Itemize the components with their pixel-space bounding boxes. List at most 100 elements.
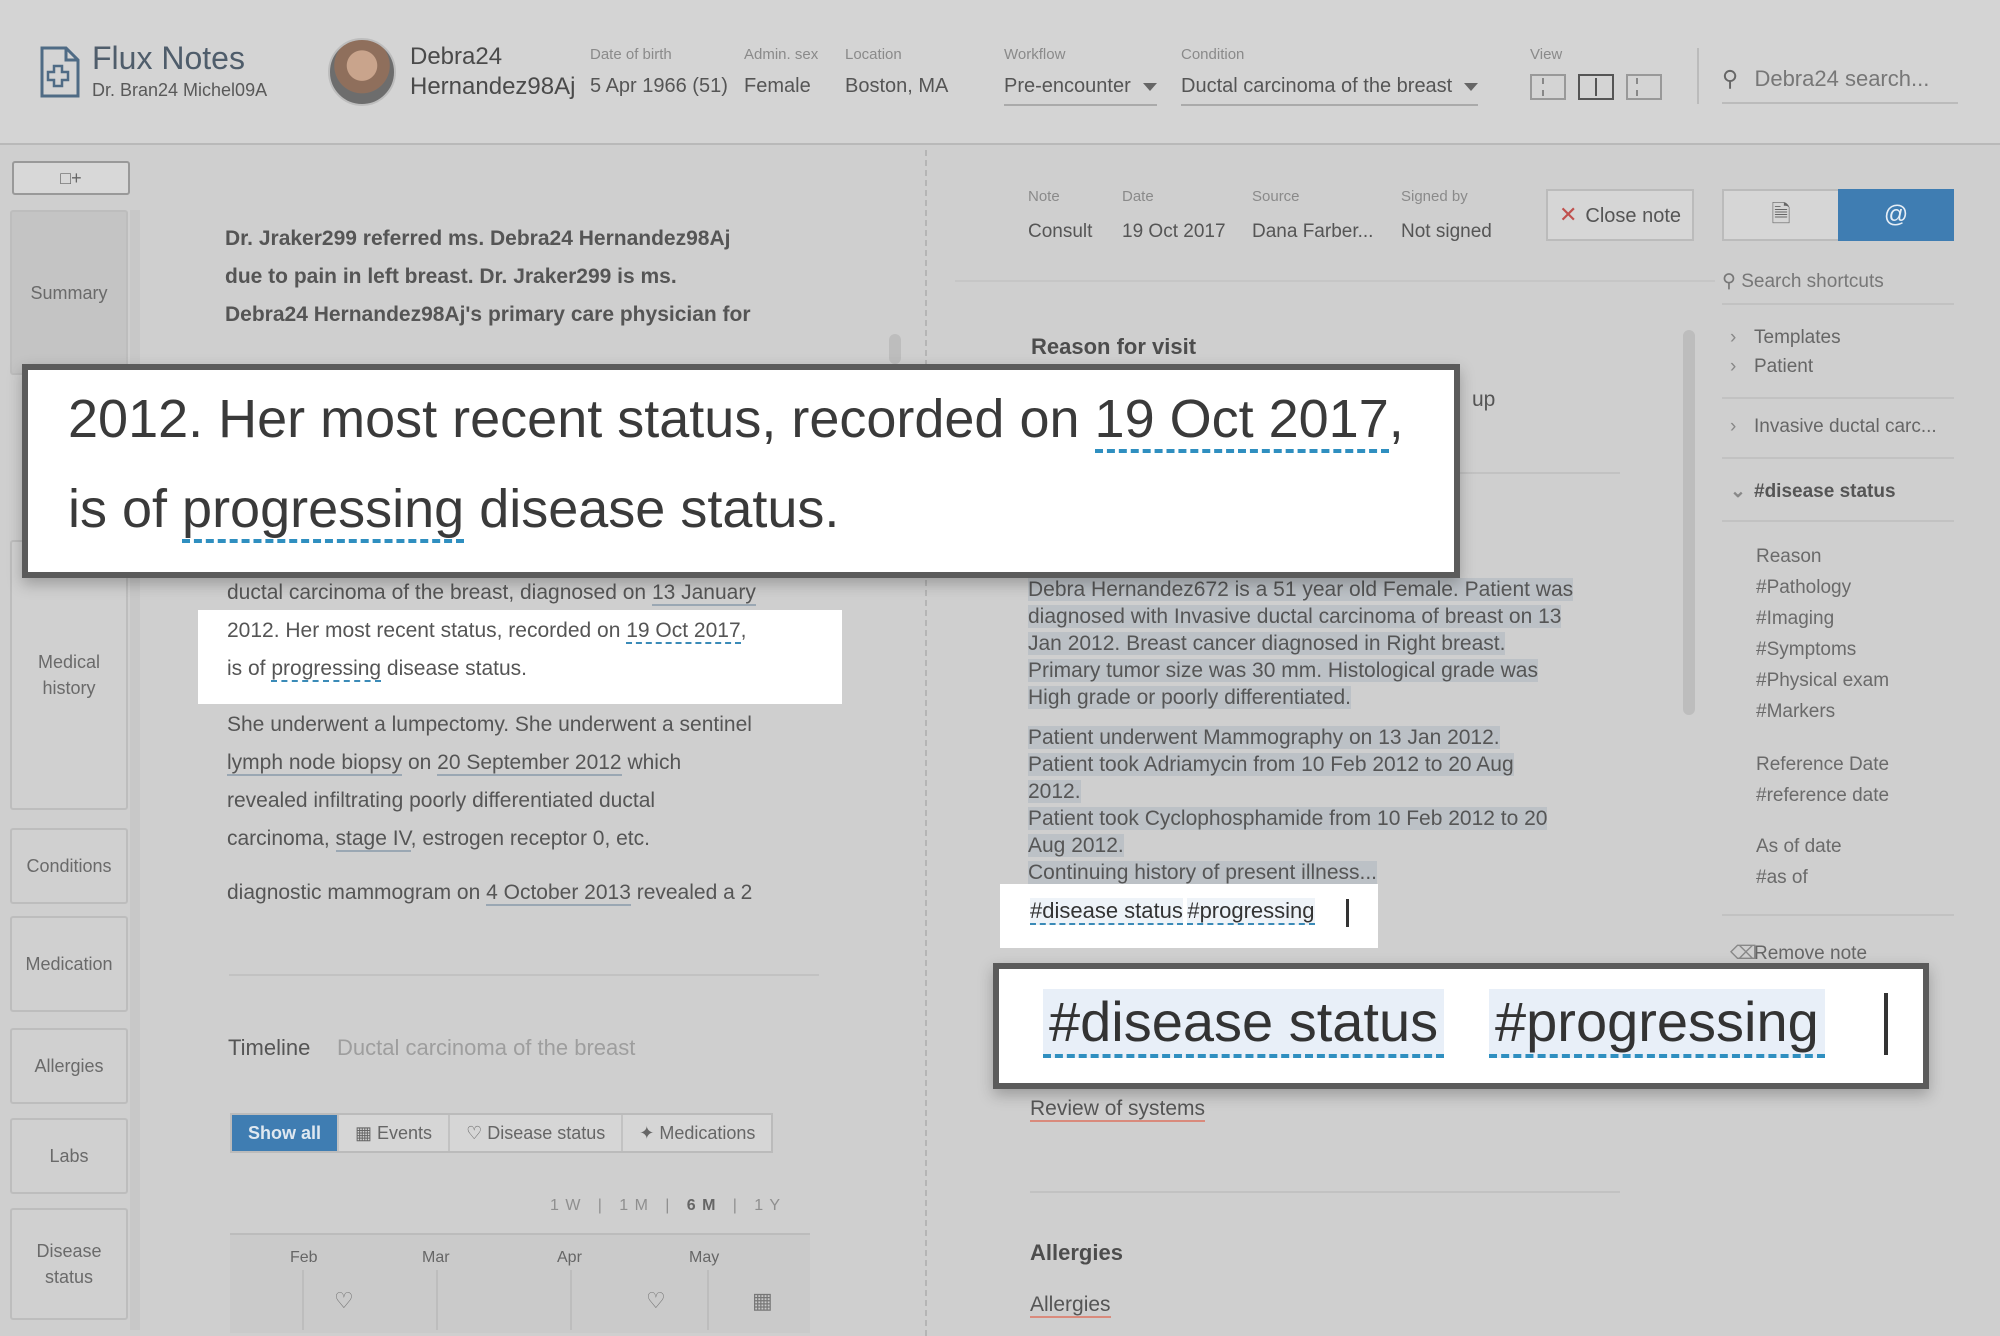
chevron-down-icon (1142, 82, 1157, 91)
workflow-dropdown[interactable]: Pre-encounter (1004, 75, 1157, 106)
summary-scrollbar[interactable] (889, 334, 901, 364)
timeline-chart[interactable] (230, 1233, 810, 1333)
view-split-icon[interactable] (1578, 74, 1614, 100)
range-6m[interactable]: 6 M (687, 1197, 717, 1214)
shortcut-item-as-of[interactable]: #as of (1756, 862, 1842, 893)
summary-paragraph-mammogram: diagnostic mammogram on 4 October 2013 r… (227, 874, 752, 912)
shortcut-group-disease-status[interactable]: ⌄ #disease status (1730, 480, 1896, 503)
view-right-icon[interactable] (1626, 74, 1662, 100)
sidebar-item-labs[interactable]: Labs (10, 1118, 128, 1194)
shortcut-item-imaging[interactable]: #Imaging (1756, 603, 1889, 634)
shortcut-item-pathology[interactable]: #Pathology (1756, 572, 1889, 603)
filter-medications[interactable]: ✦ Medications (623, 1115, 771, 1151)
patient-search-input[interactable]: Debra24 search... (1754, 66, 1929, 91)
close-note-button[interactable]: ✕ Close note (1546, 189, 1694, 241)
date-link[interactable]: 19 Oct 2017 (626, 619, 741, 644)
sidebar-item-conditions[interactable]: Conditions (10, 828, 128, 904)
note-line: Jan 2012. Breast cancer diagnosed in Rig… (1028, 632, 1506, 655)
remove-note-button[interactable]: ⌫Remove note (1730, 942, 1867, 965)
filter-events[interactable]: ▦ Events (339, 1115, 451, 1151)
note-tab-button[interactable]: 🗎 (1722, 189, 1840, 241)
dob-label: Date of birth (590, 46, 672, 63)
zoom-callout-tags: #disease status #progressing (993, 963, 1929, 1089)
range-1w[interactable]: 1 W (550, 1197, 581, 1214)
timeline-gridline (707, 1270, 709, 1330)
zoom-text: 2012. Her most recent status, recorded o… (68, 389, 1095, 449)
text-cursor (1346, 899, 1349, 927)
range-1m[interactable]: 1 M (619, 1197, 649, 1214)
note-line: Patient took Cyclophosphamide from 10 Fe… (1028, 807, 1548, 830)
note-hpi[interactable]: Debra Hernandez672 is a 51 year old Fema… (1028, 576, 1574, 711)
shortcut-item-physical-exam[interactable]: #Physical exam (1756, 665, 1889, 696)
note-hpi-continued[interactable]: Patient underwent Mammography on 13 Jan … (1028, 724, 1548, 886)
shortcut-group-patient[interactable]: › Patient (1730, 356, 1813, 378)
view-left-icon[interactable] (1530, 74, 1566, 100)
shortcut-group-templates[interactable]: › Templates (1730, 327, 1841, 349)
summary-intro-line: Dr. Jraker299 referred ms. Debra24 Herna… (225, 227, 731, 250)
timeline-title: Timeline (228, 1035, 311, 1060)
shortcuts-tab-button[interactable]: @ (1838, 189, 1954, 241)
timeline-filters: Show all ▦ Events ♡ Disease status ✦ Med… (230, 1113, 774, 1153)
structured-phrase[interactable]: #disease status #progressing (1030, 898, 1315, 925)
shortcut-item-markers[interactable]: #Markers (1756, 696, 1889, 727)
zoom-text: , (1388, 389, 1404, 449)
sidebar-item-medical-history[interactable]: Medical history (10, 540, 128, 810)
heart-icon[interactable]: ♡ (334, 1288, 354, 1314)
timeline-range-selector: 1 W | 1 M | 6 M | 1 Y (550, 1197, 782, 1214)
shortcut-group-condition[interactable]: › Invasive ductal carc... (1730, 416, 1937, 438)
view-label: View (1530, 46, 1563, 63)
shortcut-item-symptoms[interactable]: #Symptoms (1756, 634, 1889, 665)
timeline-month: Mar (422, 1249, 450, 1266)
shortcut-item-reference-date[interactable]: #reference date (1756, 780, 1889, 811)
allergies-link[interactable]: Allergies (1030, 1286, 1111, 1324)
date-link[interactable]: 20 September 2012 (437, 751, 622, 776)
filter-show-all[interactable]: Show all (232, 1115, 340, 1151)
tag-disease-status[interactable]: #disease status (1030, 898, 1183, 925)
trash-icon: ⌫ (1730, 943, 1757, 964)
close-icon: ✕ (1558, 202, 1578, 227)
sidebar-item-disease-status[interactable]: Disease status (10, 1208, 128, 1320)
procedure-link[interactable]: lymph node biopsy (227, 751, 403, 776)
range-1y[interactable]: 1 Y (754, 1197, 781, 1214)
app-name: Flux Notes (92, 40, 245, 76)
heart-icon[interactable]: ♡ (646, 1288, 666, 1314)
stage-link[interactable]: stage IV (335, 827, 411, 852)
date-link[interactable]: 13 January (651, 581, 756, 606)
summary-text: She underwent a lumpectomy. She underwen… (227, 713, 752, 736)
shortcut-section-label: Reason (1756, 546, 1822, 567)
note-scrollbar[interactable] (1683, 330, 1695, 715)
review-of-systems-link[interactable]: Review of systems (1030, 1090, 1206, 1128)
at-icon: @ (1883, 201, 1909, 228)
filter-medications-label: Medications (659, 1123, 756, 1143)
zoom-text: is of (68, 479, 183, 539)
sidebar-item-medication[interactable]: Medication (10, 916, 128, 1012)
sidebar-item-summary[interactable]: Summary (10, 210, 128, 375)
date-link[interactable]: 4 October 2013 (486, 881, 631, 906)
note-source-value: Dana Farber... (1252, 221, 1374, 242)
condition-dropdown[interactable]: Ductal carcinoma of the breast (1181, 75, 1479, 106)
pane-divider[interactable] (925, 150, 927, 1336)
zoom-date: 19 Oct 2017 (1094, 389, 1389, 453)
status-link[interactable]: progressing (271, 657, 382, 682)
shortcut-as-of-date: As of date #as of (1756, 831, 1842, 893)
view-field: View (1530, 46, 1562, 63)
summary-text: 2012. Her most recent status, recorded o… (227, 619, 627, 642)
sidebar-item-allergies[interactable]: Allergies (10, 1028, 128, 1104)
filter-disease-status[interactable]: ♡ Disease status (450, 1115, 624, 1151)
view-switcher (1530, 74, 1674, 105)
tag-progressing[interactable]: #progressing (1187, 898, 1315, 925)
allergies-link-label: Allergies (1030, 1293, 1111, 1318)
shortcut-search[interactable]: ⚲ Search shortcuts (1722, 270, 1954, 305)
add-note-button[interactable]: □+ (12, 161, 130, 195)
sex-label: Admin. sex (744, 46, 819, 63)
condition-field: Condition Ductal carcinoma of the breast (1181, 46, 1479, 106)
note-line: Aug 2012. (1028, 834, 1124, 857)
shortcut-search-input[interactable]: Search shortcuts (1741, 271, 1884, 292)
logo-document-icon (40, 46, 80, 98)
patient-search[interactable]: ⚲ Debra24 search... (1722, 66, 1958, 104)
note-date-label: Date (1122, 188, 1154, 205)
summary-text: carcinoma, (227, 827, 336, 850)
review-of-systems-label: Review of systems (1030, 1097, 1206, 1122)
calendar-icon[interactable]: ▦ (752, 1288, 773, 1314)
summary-text: , estrogen receptor 0, etc. (410, 827, 650, 850)
